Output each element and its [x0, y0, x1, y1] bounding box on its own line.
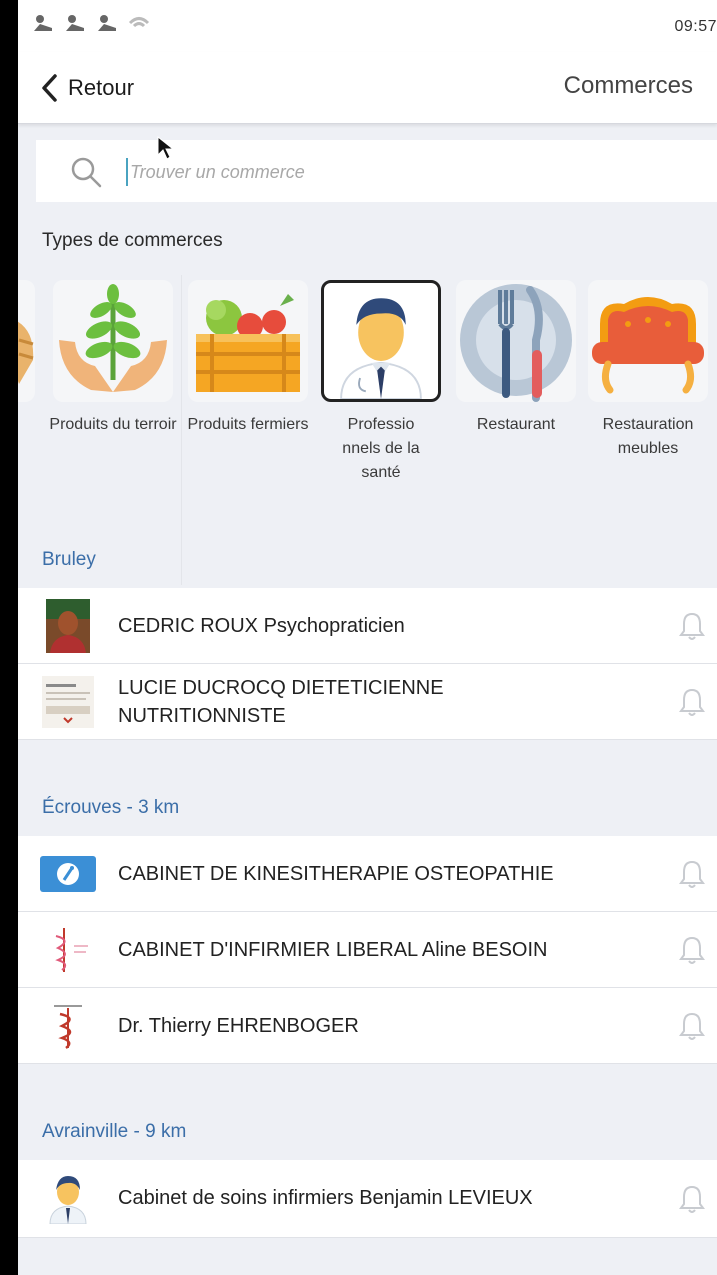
- portrait-photo-icon: [46, 599, 90, 653]
- partial-hand-icon: [18, 280, 35, 402]
- vegetable-crate-icon: [188, 280, 308, 402]
- plate-fork-knife-icon: [456, 280, 576, 402]
- type-card-produits-fermiers[interactable]: Produits fermiers: [183, 275, 313, 585]
- bell-icon[interactable]: [679, 935, 705, 965]
- type-label: Restaurant: [476, 416, 556, 433]
- divider: [181, 275, 182, 585]
- section-title-avrainville: Avrainville - 9 km: [42, 1121, 187, 1142]
- nav-bar: Retour Commerces: [18, 52, 717, 124]
- list-item[interactable]: CEDRIC ROUX Psychopraticien: [18, 588, 717, 664]
- caduceus-icon: [42, 924, 94, 976]
- chevron-left-icon: [42, 74, 57, 102]
- item-name: Dr. Thierry EHRENBOGER: [118, 1015, 359, 1037]
- type-label: Produits du terroir: [49, 416, 177, 433]
- item-name: CEDRIC ROUX Psychopraticien: [118, 615, 405, 637]
- document-thumbnail-icon: [42, 676, 94, 728]
- item-name: CABINET D'INFIRMIER LIBERAL Aline BESOIN: [118, 939, 548, 961]
- list-item[interactable]: CABINET DE KINESITHERAPIE OSTEOPATHIE: [18, 836, 717, 912]
- type-card-restauration-meubles[interactable]: Restauration meubles: [583, 275, 713, 585]
- section-title-ecrouves: Écrouves - 3 km: [42, 797, 180, 818]
- list-item[interactable]: Dr. Thierry EHRENBOGER: [18, 988, 717, 1064]
- types-carousel[interactable]: Produits du terroir Produits fermiers Pr…: [18, 275, 717, 585]
- item-name: LUCIE DUCROCQ DIETETICIENNE NUTRITIONNIS…: [118, 677, 444, 727]
- kine-logo-icon: [40, 856, 96, 892]
- back-button[interactable]: Retour: [40, 70, 134, 106]
- type-card-produits-terroir[interactable]: Produits du terroir: [48, 275, 178, 585]
- sofa-icon: [588, 280, 708, 402]
- text-cursor: [126, 158, 128, 186]
- search-icon: [71, 157, 102, 188]
- app-notification-icon: [32, 14, 54, 32]
- bell-icon[interactable]: [679, 687, 705, 717]
- app-notification-icon: [64, 14, 86, 32]
- back-label: Retour: [68, 75, 135, 100]
- bell-icon[interactable]: [679, 1184, 705, 1214]
- mouse-pointer-icon: [157, 135, 175, 160]
- type-card-restaurant[interactable]: Restaurant: [451, 275, 581, 585]
- bell-icon[interactable]: [679, 611, 705, 641]
- list-item[interactable]: LUCIE DUCROCQ DIETETICIENNE NUTRITIONNIS…: [18, 664, 717, 740]
- type-label: Restauration meubles: [602, 416, 694, 457]
- signal-icon: [128, 14, 150, 32]
- search-input[interactable]: [130, 154, 690, 190]
- section-title-bruley: Bruley: [42, 549, 96, 570]
- plant-in-hands-icon: [53, 280, 173, 402]
- status-bar: 09:57: [18, 0, 717, 52]
- list-item[interactable]: CABINET D'INFIRMIER LIBERAL Aline BESOIN: [18, 912, 717, 988]
- status-time: 09:57: [674, 18, 717, 35]
- app-notification-icon: [96, 14, 118, 32]
- bell-icon[interactable]: [679, 859, 705, 889]
- types-heading: Types de commerces: [42, 230, 223, 251]
- bell-icon[interactable]: [679, 1011, 705, 1041]
- page-title: Commerces: [563, 72, 693, 99]
- caduceus-icon: [42, 1000, 94, 1052]
- search-bar[interactable]: [36, 140, 717, 202]
- device-frame: 09:57 Retour Commerces Types de commerce…: [0, 0, 717, 1275]
- item-name: Cabinet de soins infirmiers Benjamin LEV…: [118, 1187, 533, 1209]
- app-screen: 09:57 Retour Commerces Types de commerce…: [18, 0, 717, 1275]
- nurse-avatar-icon: [42, 1172, 94, 1224]
- type-label: Professio nnels de la santé: [342, 416, 420, 481]
- type-card-professionnels-sante[interactable]: Professio nnels de la santé: [316, 275, 446, 585]
- list-item[interactable]: Cabinet de soins infirmiers Benjamin LEV…: [18, 1160, 717, 1238]
- doctor-icon: [321, 280, 441, 402]
- type-label: Produits fermiers: [187, 416, 309, 433]
- type-card-partial[interactable]: [18, 275, 40, 585]
- item-name: CABINET DE KINESITHERAPIE OSTEOPATHIE: [118, 863, 554, 885]
